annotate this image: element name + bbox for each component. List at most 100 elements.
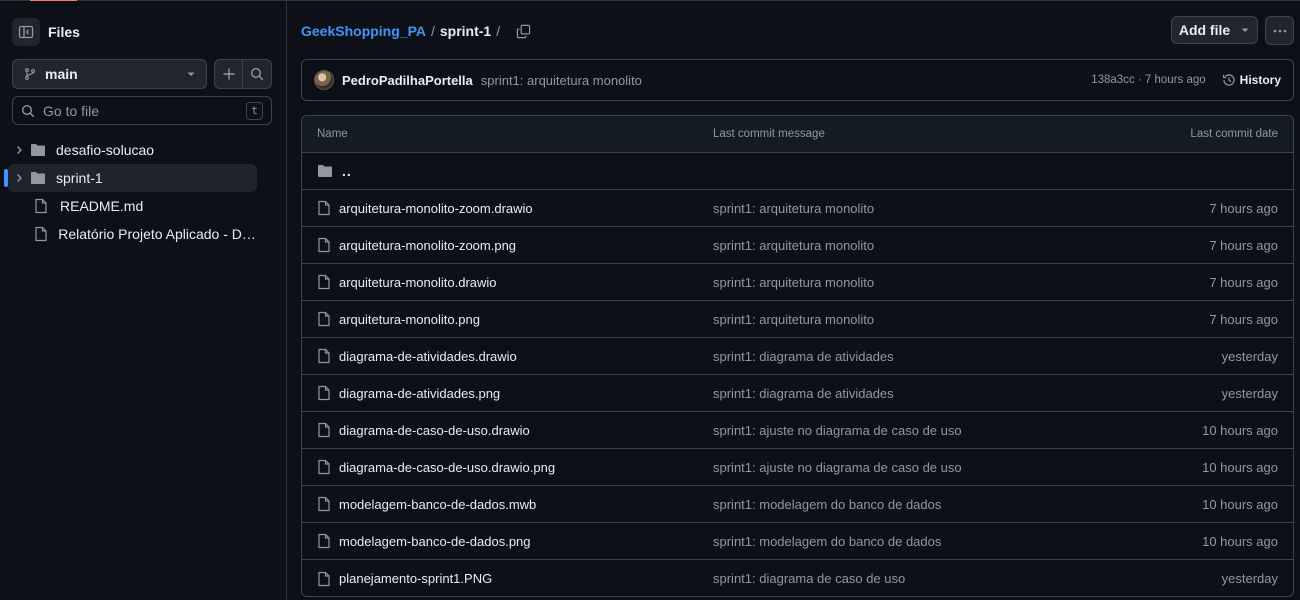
- chevron-right-icon[interactable]: [8, 144, 30, 156]
- file-name-link[interactable]: arquitetura-monolito-zoom.drawio: [339, 201, 533, 216]
- copy-path-button[interactable]: [516, 24, 531, 39]
- name-cell: modelagem-banco-de-dados.png: [317, 533, 531, 549]
- tree-item-desafio-solucao[interactable]: desafio-solucao: [8, 136, 257, 164]
- name-cell: arquitetura-monolito.drawio: [317, 274, 497, 290]
- add-file-label: Add file: [1178, 22, 1231, 38]
- commit-message-link[interactable]: sprint1: diagrama de atividades: [713, 349, 894, 364]
- table-row[interactable]: arquitetura-monolito.png sprint1: arquite…: [302, 301, 1293, 338]
- table-row[interactable]: modelagem-banco-de-dados.png sprint1: mod…: [302, 523, 1293, 560]
- commit-message-link[interactable]: sprint1: arquitetura monolito: [713, 238, 874, 253]
- commit-date: 10 hours ago: [1202, 496, 1278, 512]
- file-name-link[interactable]: diagrama-de-caso-de-uso.drawio.png: [339, 460, 555, 475]
- commit-author[interactable]: PedroPadilhaPortella: [342, 73, 473, 88]
- commit-message-link[interactable]: sprint1: arquitetura monolito: [713, 275, 874, 290]
- commit-message-link[interactable]: sprint1: ajuste no diagrama de caso de u…: [713, 423, 962, 438]
- folder-icon: [30, 171, 50, 185]
- file-name-link[interactable]: diagrama-de-atividades.png: [339, 386, 500, 401]
- file-icon: [318, 237, 330, 253]
- more-options-button[interactable]: [1265, 16, 1294, 45]
- plus-icon: [223, 68, 234, 80]
- name-cell: planejamento-sprint1.PNG: [317, 571, 492, 587]
- file-name-link[interactable]: modelagem-banco-de-dados.mwb: [339, 497, 536, 512]
- tree-item-label: sprint-1: [56, 170, 103, 186]
- table-row[interactable]: planejamento-sprint1.PNG sprint1: diagram…: [302, 560, 1293, 596]
- collapse-sidebar-button[interactable]: [12, 18, 40, 46]
- name-cell: diagrama-de-caso-de-uso.drawio: [317, 422, 530, 438]
- commit-message-link[interactable]: sprint1: modelagem do banco de dados: [713, 497, 941, 512]
- file-icon: [318, 385, 330, 401]
- file-icon: [318, 200, 330, 216]
- table-row[interactable]: arquitetura-monolito.drawio sprint1: arqu…: [302, 264, 1293, 301]
- table-row[interactable]: arquitetura-monolito-zoom.drawio sprint1:…: [302, 190, 1293, 227]
- parent-cell: ..: [317, 163, 352, 179]
- file-icon: [318, 274, 330, 290]
- folder-icon: [318, 165, 332, 177]
- file-icon: [34, 198, 54, 214]
- chevron-right-icon[interactable]: [8, 172, 30, 184]
- sidebar-collapse-icon: [18, 25, 34, 39]
- file-icon: [318, 496, 330, 512]
- breadcrumb-current: sprint-1: [439, 23, 492, 39]
- file-name-link[interactable]: arquitetura-monolito-zoom.png: [339, 238, 516, 253]
- kebab-horizontal-icon: [1273, 29, 1286, 32]
- tree-item-label: README.md: [60, 198, 144, 214]
- commit-message-link[interactable]: sprint1: diagrama de caso de uso: [713, 571, 905, 586]
- tree-item-readme[interactable]: README.md: [8, 192, 257, 220]
- table-row[interactable]: arquitetura-monolito-zoom.png sprint1: ar…: [302, 227, 1293, 264]
- avatar[interactable]: [314, 70, 334, 90]
- file-name-link[interactable]: modelagem-banco-de-dados.png: [339, 534, 531, 549]
- header-name: Name: [317, 128, 348, 140]
- file-name-link[interactable]: diagrama-de-atividades.drawio: [339, 349, 517, 364]
- breadcrumb-separator: /: [430, 23, 435, 39]
- folder-icon: [30, 143, 50, 157]
- table-row[interactable]: diagrama-de-atividades.drawio sprint1: di…: [302, 338, 1293, 375]
- search-icon: [21, 104, 35, 117]
- branch-controls: main: [12, 59, 272, 89]
- commit-date: 7 hours ago: [1209, 274, 1278, 290]
- file-name-link[interactable]: planejamento-sprint1.PNG: [339, 571, 492, 586]
- history-button[interactable]: History: [1222, 73, 1281, 87]
- parent-directory-row[interactable]: ..: [302, 153, 1293, 190]
- tree-item-relatorio[interactable]: Relatório Projeto Aplicado - Desa...: [8, 220, 257, 248]
- tree-item-sprint-1[interactable]: sprint-1: [4, 164, 257, 192]
- tree-item-label: Relatório Projeto Aplicado - Desa...: [58, 226, 257, 242]
- commit-date: 7 hours ago: [1209, 311, 1278, 327]
- commit-message[interactable]: sprint1: arquitetura monolito: [481, 73, 642, 88]
- file-name-link[interactable]: arquitetura-monolito.drawio: [339, 275, 497, 290]
- go-to-file-input[interactable]: [43, 102, 246, 119]
- file-name-link[interactable]: arquitetura-monolito.png: [339, 312, 480, 327]
- file-icon: [318, 311, 330, 327]
- search-tree-button[interactable]: [243, 60, 271, 88]
- breadcrumb-repo-link[interactable]: GeekShopping_PA: [301, 23, 426, 39]
- go-to-file-field[interactable]: t: [12, 96, 272, 125]
- commit-date: yesterday: [1221, 571, 1278, 586]
- table-row[interactable]: modelagem-banco-de-dados.mwb sprint1: mod…: [302, 486, 1293, 523]
- table-row[interactable]: diagrama-de-caso-de-uso.drawio.png sprint…: [302, 449, 1293, 486]
- add-file-button[interactable]: Add file: [1171, 16, 1258, 44]
- commit-message-link[interactable]: sprint1: ajuste no diagrama de caso de u…: [713, 460, 962, 475]
- table-row[interactable]: diagrama-de-caso-de-uso.drawio sprint1: a…: [302, 412, 1293, 449]
- commit-date: yesterday: [1221, 385, 1278, 401]
- add-file-tree-button[interactable]: [215, 60, 244, 88]
- parent-directory-link[interactable]: ..: [342, 163, 352, 179]
- tree-actions: [214, 59, 272, 89]
- commit-message-link[interactable]: sprint1: modelagem do banco de dados: [713, 534, 941, 549]
- header-commit-date: Last commit date: [1190, 128, 1278, 140]
- table-row[interactable]: diagrama-de-atividades.png sprint1: diagr…: [302, 375, 1293, 412]
- sidebar-header: Files: [12, 17, 80, 47]
- file-name-link[interactable]: diagrama-de-caso-de-uso.drawio: [339, 423, 530, 438]
- file-table: Name Last commit message Last commit dat…: [301, 115, 1294, 597]
- commit-date: 7 hours ago: [1209, 200, 1278, 216]
- branch-selector[interactable]: main: [12, 59, 207, 89]
- commit-message-link[interactable]: sprint1: diagrama de atividades: [713, 386, 894, 401]
- commit-message-link[interactable]: sprint1: arquitetura monolito: [713, 312, 874, 327]
- name-cell: modelagem-banco-de-dados.mwb: [317, 496, 536, 512]
- name-cell: arquitetura-monolito-zoom.drawio: [317, 200, 533, 216]
- sidebar-title: Files: [48, 24, 80, 40]
- commit-message-link[interactable]: sprint1: arquitetura monolito: [713, 201, 874, 216]
- commit-date: yesterday: [1221, 348, 1278, 364]
- commit-meta[interactable]: 138a3cc · 7 hours ago: [1091, 74, 1205, 86]
- history-icon: [1222, 74, 1235, 86]
- name-cell: arquitetura-monolito.png: [317, 311, 480, 327]
- tree-item-label: desafio-solucao: [56, 142, 155, 158]
